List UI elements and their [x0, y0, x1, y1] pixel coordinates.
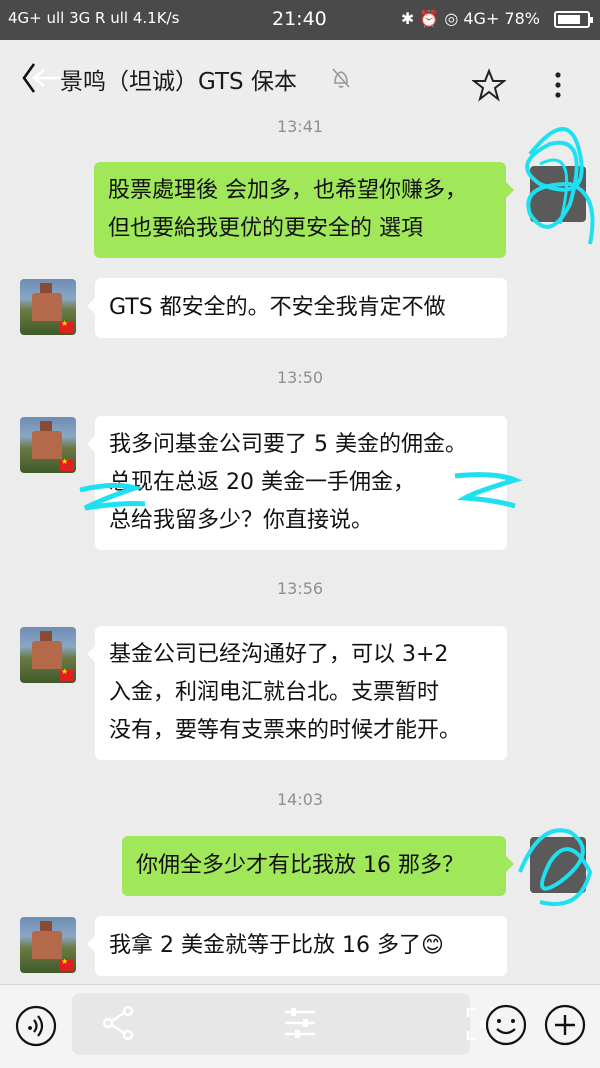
bottom-toolbar — [0, 984, 600, 1068]
share-icon[interactable] — [102, 1005, 136, 1041]
avatar-contact[interactable] — [20, 917, 76, 973]
chat-area[interactable]: 13:41 股票處理後 会加多，也希望你赚多， 但也要給我更优的更安全的 選項 … — [0, 114, 600, 984]
chat-header: 景鸣（坦诚）GTS 保本 — [0, 40, 600, 114]
avatar-contact[interactable] — [20, 279, 76, 335]
star-button[interactable] — [471, 68, 507, 102]
back-arrow-icon — [22, 63, 60, 93]
timestamp: 13:56 — [276, 579, 324, 598]
message-incoming[interactable]: GTS 都安全的。不安全我肯定不做 — [87, 278, 507, 338]
battery-icon — [554, 11, 593, 28]
status-right: ✱ ⏰ ◎ 4G+ 78% — [400, 9, 540, 28]
timestamp: 14:03 — [276, 790, 324, 809]
message-text: 你佣全多少才有比我放 16 那多？ — [136, 853, 464, 878]
message-outgoing[interactable]: 股票處理後 会加多，也希望你赚多， 但也要給我更优的更安全的 選項 — [94, 162, 514, 258]
plus-icon[interactable] — [543, 1003, 587, 1047]
emoji-icon[interactable] — [484, 1003, 528, 1047]
star-icon — [471, 68, 507, 102]
sliders-icon[interactable] — [283, 1007, 317, 1039]
chat-title: 景鸣（坦诚）GTS 保本 — [60, 69, 297, 95]
avatar-contact[interactable] — [20, 417, 76, 473]
message-incoming[interactable]: 我拿 2 美金就等于比放 16 多了😊 — [87, 916, 507, 976]
more-vertical-icon — [555, 72, 561, 98]
more-button[interactable] — [546, 70, 570, 100]
message-incoming[interactable]: 基金公司已经沟通好了，可以 3+2 入金，利润电汇就台北。支票暂时 没有，要等有… — [87, 626, 507, 760]
message-text: 我多问基金公司要了 5 美金的佣金。 — [109, 432, 467, 457]
message-text: 入金，利润电汇就台北。支票暂时 — [109, 680, 440, 705]
redaction-scribble — [79, 472, 523, 511]
message-text: 但也要給我更优的更安全的 選項 — [108, 216, 423, 241]
battery-fill — [558, 15, 580, 24]
avatar-contact[interactable] — [20, 627, 76, 683]
message-outgoing[interactable]: 你佣全多少才有比我放 16 那多？ — [122, 836, 514, 896]
status-time: 21:40 — [272, 8, 327, 30]
back-button[interactable] — [20, 58, 64, 98]
bell-muted-icon — [332, 68, 350, 88]
timestamp: 13:50 — [276, 368, 324, 387]
message-text: 我拿 2 美金就等于比放 16 多了😊 — [109, 933, 444, 958]
status-bar: 4G+ ull 3G R ull 4.1K/s 21:40 ✱ ⏰ ◎ 4G+ … — [0, 0, 600, 40]
message-text: 没有，要等有支票来的时候才能开。 — [109, 718, 462, 743]
status-signal: 4G+ ull 3G R ull 4.1K/s — [8, 9, 180, 27]
message-text: 基金公司已经沟通好了，可以 3+2 — [109, 642, 449, 667]
message-text: GTS 都安全的。不安全我肯定不做 — [109, 295, 446, 320]
redaction-scribble — [518, 828, 593, 906]
message-text: 股票處理後 会加多，也希望你赚多， — [108, 178, 467, 203]
redaction-scribble — [525, 127, 595, 245]
voice-icon[interactable] — [15, 1005, 57, 1047]
